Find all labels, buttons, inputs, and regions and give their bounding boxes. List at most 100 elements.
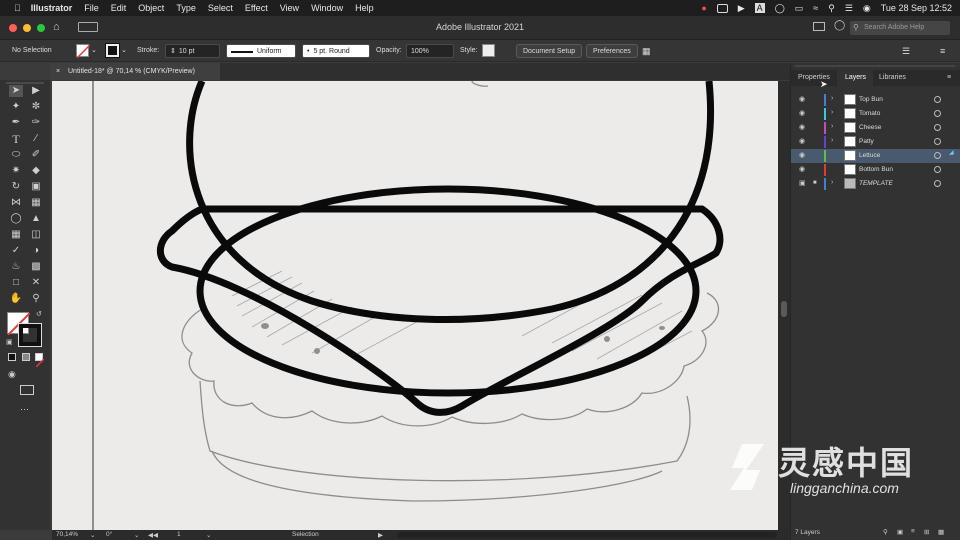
arrange-documents-icon[interactable]: ▦ [642, 44, 651, 58]
mesh-tool-icon[interactable]: ▦ [9, 229, 23, 241]
burger-artwork[interactable] [52, 81, 778, 530]
first-artboard-icon[interactable]: ◀◀ [148, 531, 158, 539]
layer-row-bottom-bun[interactable]: ◉ Bottom Bun [791, 163, 960, 177]
menu-select[interactable]: Select [208, 0, 233, 16]
make-clipping-mask-icon[interactable]: ▣ [897, 528, 903, 536]
patty-ellipse[interactable] [196, 185, 700, 397]
screen-mode-icon[interactable] [20, 385, 34, 395]
layer-target-icon[interactable] [934, 180, 941, 187]
menu-window[interactable]: Window [311, 0, 343, 16]
eyedropper-tool-icon[interactable]: ✓ [9, 245, 23, 257]
layer-row-template[interactable]: ▣ ■ › TEMPLATE [791, 177, 960, 191]
visibility-eye-icon[interactable]: ◉ [799, 96, 806, 103]
lightbulb-icon[interactable]: ◯ [834, 20, 845, 31]
layer-target-icon[interactable] [934, 138, 941, 145]
lettuce-path[interactable] [156, 205, 724, 416]
menu-object[interactable]: Object [138, 0, 164, 16]
layer-target-icon[interactable] [934, 166, 941, 173]
color-mode-icon[interactable] [8, 353, 16, 361]
new-layer-icon[interactable]: ⊞ [924, 528, 929, 536]
panel-menu-icon[interactable]: ≡ [947, 70, 951, 86]
slice-tool-icon[interactable]: ✕ [29, 277, 43, 289]
scale-tool-icon[interactable]: ▣ [29, 181, 43, 193]
tab-layers[interactable]: Layers [837, 70, 873, 86]
shape-builder-tool-icon[interactable]: ◯ [9, 213, 23, 225]
help-search-input[interactable]: ⚲ Search Adobe Help [850, 21, 950, 35]
variable-width-profile[interactable]: Uniform [226, 44, 296, 58]
top-bun-path[interactable] [186, 81, 714, 323]
gradient-tool-icon[interactable]: ◫ [29, 229, 43, 241]
line-tool-icon[interactable]: ∕ [29, 133, 43, 145]
draw-mode-icon[interactable]: ◉ [8, 369, 16, 380]
layer-target-icon[interactable] [934, 110, 941, 117]
type-tool-icon[interactable]: T [9, 133, 23, 145]
zoom-tool-icon[interactable]: ⚲ [29, 293, 43, 305]
visibility-eye-icon[interactable]: ◉ [799, 138, 806, 145]
menu-effect[interactable]: Effect [245, 0, 268, 16]
magic-wand-tool-icon[interactable]: ✦ [9, 101, 23, 113]
hand-tool-icon[interactable]: ✋ [9, 293, 23, 305]
expand-arrow-icon[interactable]: › [831, 95, 833, 102]
artboard-number-field[interactable]: 1 [177, 531, 181, 538]
layer-target-icon[interactable] [934, 152, 941, 159]
stroke-swatch[interactable] [105, 43, 120, 58]
ellipse-tool-icon[interactable]: ⬭ [9, 149, 23, 161]
layer-row-tomato[interactable]: ◉ › Tomato [791, 107, 960, 121]
layer-name[interactable]: Bottom Bun [859, 166, 893, 173]
expand-arrow-icon[interactable]: › [831, 109, 833, 116]
blend-tool-icon[interactable]: ◑ [29, 245, 43, 257]
screen-icon[interactable] [716, 3, 728, 13]
locate-object-icon[interactable]: ⚲ [883, 528, 888, 536]
rotation-dropdown-icon[interactable]: ⌄ [134, 531, 139, 539]
lock-icon[interactable]: ■ [813, 180, 817, 186]
menu-help[interactable]: Help [355, 0, 374, 16]
menu-file[interactable]: File [84, 0, 99, 16]
siri-icon[interactable]: ◉ [863, 3, 871, 14]
layer-row-cheese[interactable]: ◉ › Cheese [791, 121, 960, 135]
apple-icon[interactable]:  [14, 0, 21, 16]
rotate-tool-icon[interactable]: ↻ [9, 181, 23, 193]
expand-arrow-icon[interactable]: › [831, 123, 833, 130]
template-visibility-icon[interactable]: ▣ [799, 180, 806, 187]
curvature-tool-icon[interactable]: ✑ [29, 117, 43, 129]
battery-icon[interactable]: ▭ [795, 3, 804, 14]
expand-arrow-icon[interactable]: › [831, 179, 833, 186]
stroke-swatch-large[interactable] [18, 323, 42, 347]
rotation-field[interactable]: 0° [106, 531, 112, 538]
create-sublayer-icon[interactable]: ≡ [911, 528, 915, 535]
layer-target-icon[interactable] [934, 96, 941, 103]
edit-toolbar-icon[interactable]: ⋯ [20, 404, 29, 415]
free-transform-tool-icon[interactable]: ▦ [29, 197, 43, 209]
gradient-mode-icon[interactable] [22, 353, 30, 361]
play-icon[interactable]: ▶ [738, 3, 745, 14]
graphic-style-swatch[interactable] [482, 44, 495, 57]
artboard-dropdown-icon[interactable]: ⌄ [206, 531, 211, 539]
panel-menu-icon[interactable]: ≡ [940, 44, 945, 58]
horizontal-scrollbar[interactable] [397, 532, 777, 538]
tools-panel-grip[interactable] [6, 82, 44, 84]
arrange-icon[interactable] [813, 22, 825, 31]
layer-name[interactable]: TEMPLATE [859, 180, 893, 187]
layer-name[interactable]: Top Bun [859, 96, 883, 103]
scrollbar-thumb[interactable] [781, 301, 787, 317]
swap-fill-stroke-icon[interactable]: ↺ [36, 310, 42, 318]
search-icon[interactable]: ⚲ [828, 3, 835, 14]
document-tab[interactable]: × Untitled-18* @ 70,14 % (CMYK/Preview) [50, 63, 220, 80]
status-arrow-icon[interactable]: ▶ [378, 531, 383, 539]
zoom-level-field[interactable]: 70,14% [56, 531, 78, 538]
document-setup-button[interactable]: Document Setup [516, 44, 583, 58]
menu-app-name[interactable]: Illustrator [31, 0, 73, 16]
wifi-icon[interactable]: ≈ [813, 3, 818, 13]
expand-arrow-icon[interactable]: › [831, 137, 833, 144]
pen-tool-icon[interactable]: ✒ [9, 117, 23, 129]
stroke-stepper-icon[interactable]: ⇕ [170, 48, 176, 55]
selection-tool-icon[interactable]: ➤ [9, 85, 23, 97]
symbol-sprayer-tool-icon[interactable]: ♨ [9, 261, 23, 273]
visibility-eye-icon[interactable]: ◉ [799, 166, 806, 173]
visibility-eye-icon[interactable]: ◉ [799, 110, 806, 117]
fill-swatch[interactable] [76, 44, 91, 59]
eraser-tool-icon[interactable]: ◆ [29, 165, 43, 177]
perspective-grid-tool-icon[interactable]: ▲ [29, 213, 43, 225]
artboard-canvas[interactable] [52, 81, 778, 530]
layer-row-lettuce[interactable]: ◉ Lettuce ◢ [791, 149, 960, 163]
